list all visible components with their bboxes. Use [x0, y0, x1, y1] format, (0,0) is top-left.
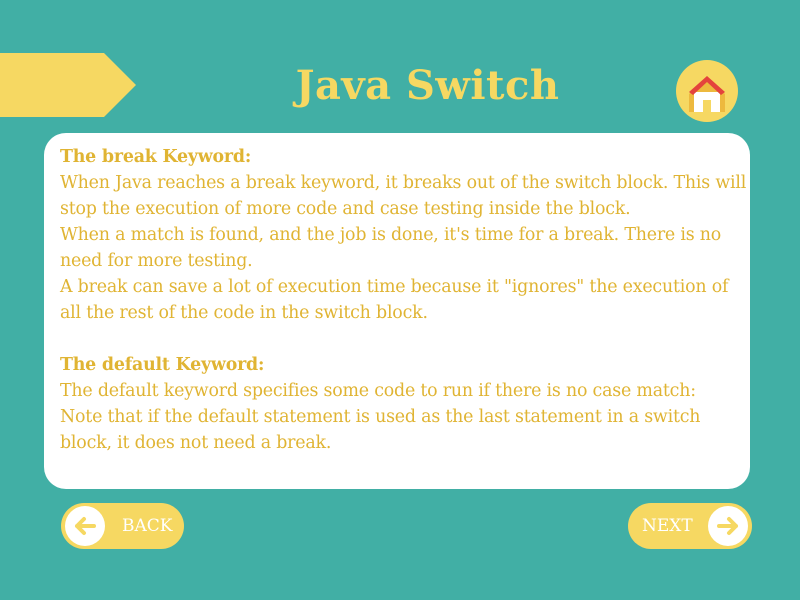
section-gap — [60, 326, 748, 352]
break-paragraph-3: A break can save a lot of execution time… — [60, 277, 729, 323]
default-paragraph-1: The default keyword specifies some code … — [60, 381, 696, 401]
back-icon-circle — [65, 506, 105, 546]
default-heading: The default Keyword: — [60, 355, 265, 375]
next-button[interactable]: NEXT — [628, 503, 752, 549]
arrow-left-icon — [75, 517, 96, 535]
home-button[interactable] — [676, 60, 738, 122]
header-ribbon — [0, 53, 136, 117]
break-paragraph-1: When Java reaches a break keyword, it br… — [60, 173, 747, 219]
next-label: NEXT — [642, 516, 693, 536]
content-text: The break Keyword: When Java reaches a b… — [60, 144, 748, 456]
break-paragraph-2: When a match is found, and the job is do… — [60, 225, 722, 271]
default-paragraph-2: Note that if the default statement is us… — [60, 407, 701, 453]
back-button[interactable]: BACK — [61, 503, 184, 549]
content-card: The break Keyword: When Java reaches a b… — [44, 133, 750, 489]
home-icon — [689, 76, 725, 112]
break-heading: The break Keyword: — [60, 147, 252, 167]
next-icon-circle — [708, 506, 748, 546]
back-label: BACK — [122, 516, 173, 536]
arrow-right-icon — [717, 517, 738, 535]
page-title: Java Switch — [295, 62, 560, 109]
